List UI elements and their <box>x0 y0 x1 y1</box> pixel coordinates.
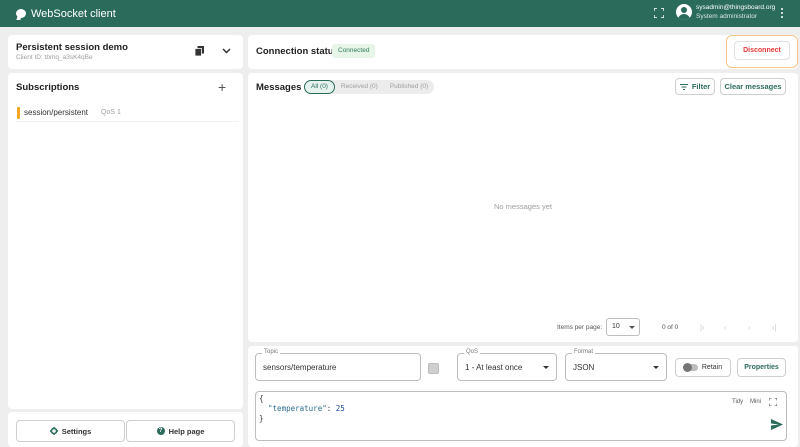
items-per-page-value: 10 <box>612 323 620 330</box>
prev-page-icon[interactable]: ‹ <box>724 324 732 332</box>
code-line: { <box>259 394 264 403</box>
fullscreen-icon[interactable] <box>769 398 777 406</box>
empty-state-text: No messages yet <box>494 202 552 211</box>
tidy-button[interactable]: Tidy <box>732 399 743 405</box>
payload-editor[interactable]: { "temperature": 25 } Tidy Mini <box>255 391 787 441</box>
pagination-range: 0 of 0 <box>662 324 679 331</box>
gear-icon <box>49 427 58 435</box>
help-button[interactable]: ? Help page <box>126 420 235 442</box>
client-id: Client ID: tbmq_a3sK4qBe <box>16 54 93 61</box>
connection-card: Connection status Connected Disconnect <box>248 35 798 69</box>
filter-icon <box>679 83 688 90</box>
avatar[interactable] <box>676 4 692 20</box>
json-value: 25 <box>335 404 345 413</box>
user-email: sysadmin@thingsboard.org <box>696 4 776 11</box>
last-page-icon[interactable]: ›| <box>772 324 780 332</box>
publish-panel: Topic sensors/temperature QoS 1 - At lea… <box>248 346 798 447</box>
code-line: } <box>259 414 264 423</box>
copy-icon[interactable] <box>195 46 204 56</box>
caret-down-icon <box>543 366 549 369</box>
subscriptions-panel: Subscriptions + session/persistent QoS 1 <box>8 73 243 409</box>
code-line: "temperature": 25 <box>268 404 345 413</box>
items-per-page-select[interactable]: 10 <box>606 318 640 336</box>
help-label: Help page <box>168 426 205 436</box>
topic-field[interactable]: Topic sensors/temperature <box>255 349 439 381</box>
tab-all[interactable]: All (0) <box>304 80 335 94</box>
topic-label: Topic <box>262 349 281 355</box>
messages-panel: Messages All (0) Received (0) Published … <box>248 73 798 342</box>
topic-value: sensors/temperature <box>263 363 337 372</box>
subscription-item[interactable]: session/persistent QoS 1 <box>16 104 238 122</box>
clear-messages-button[interactable]: Clear messages <box>720 78 786 95</box>
help-icon: ? <box>156 427 165 435</box>
retain-toggle[interactable]: Retain <box>675 358 731 377</box>
footer-card: Settings ? Help page <box>8 412 243 447</box>
next-page-icon[interactable]: › <box>748 324 756 332</box>
fullscreen-icon[interactable] <box>654 8 664 18</box>
more-vert-icon[interactable] <box>781 8 784 19</box>
filter-label: Filter <box>691 82 711 91</box>
send-icon[interactable] <box>771 419 783 430</box>
disconnect-button[interactable]: Disconnect <box>734 41 790 60</box>
toggle-switch <box>682 363 698 372</box>
qos-select[interactable]: QoS 1 - At least once <box>457 349 557 381</box>
payload-code: { "temperature": 25 } <box>259 394 345 424</box>
subscription-qos: QoS 1 <box>101 108 121 116</box>
format-label: Format <box>572 349 596 355</box>
topic-color-swatch[interactable] <box>428 363 439 374</box>
format-value: JSON <box>573 363 595 372</box>
items-per-page-label: Items per page: <box>557 324 603 331</box>
subscriptions-title: Subscriptions <box>16 82 80 93</box>
session-name: Persistent session demo <box>16 42 128 53</box>
session-card: Persistent session demo Client ID: tbmq_… <box>8 35 243 69</box>
filter-button[interactable]: Filter <box>675 78 715 95</box>
format-select[interactable]: Format JSON <box>565 349 667 381</box>
settings-label: Settings <box>61 426 92 436</box>
user-icon <box>681 7 687 13</box>
tab-published[interactable]: Published (0) <box>384 80 434 94</box>
mini-button[interactable]: Mini <box>750 399 761 405</box>
qos-label: QoS <box>464 349 481 355</box>
message-filter-tabs: All (0) Received (0) Published (0) <box>304 80 435 94</box>
user-role: System administrator <box>696 13 758 20</box>
retain-label: Retain <box>701 364 723 371</box>
tab-received[interactable]: Received (0) <box>335 80 384 94</box>
properties-button[interactable]: Properties <box>737 358 786 377</box>
settings-button[interactable]: Settings <box>16 420 125 442</box>
add-subscription-icon[interactable]: + <box>218 80 226 94</box>
caret-down-icon <box>653 366 659 369</box>
chat-bubble-icon <box>16 9 26 18</box>
first-page-icon[interactable]: |‹ <box>700 324 708 332</box>
app-title: WebSocket client <box>31 7 116 20</box>
clear-messages-label: Clear messages <box>724 82 782 91</box>
chevron-down-icon[interactable] <box>222 46 231 55</box>
json-key: "temperature" <box>268 404 327 413</box>
messages-title: Messages <box>256 82 302 93</box>
subscription-color-marker <box>17 107 20 119</box>
subscription-topic: session/persistent <box>24 108 89 117</box>
connection-title: Connection status <box>256 46 339 57</box>
status-badge: Connected <box>332 44 376 58</box>
qos-value: 1 - At least once <box>465 363 523 372</box>
caret-down-icon <box>629 326 635 329</box>
